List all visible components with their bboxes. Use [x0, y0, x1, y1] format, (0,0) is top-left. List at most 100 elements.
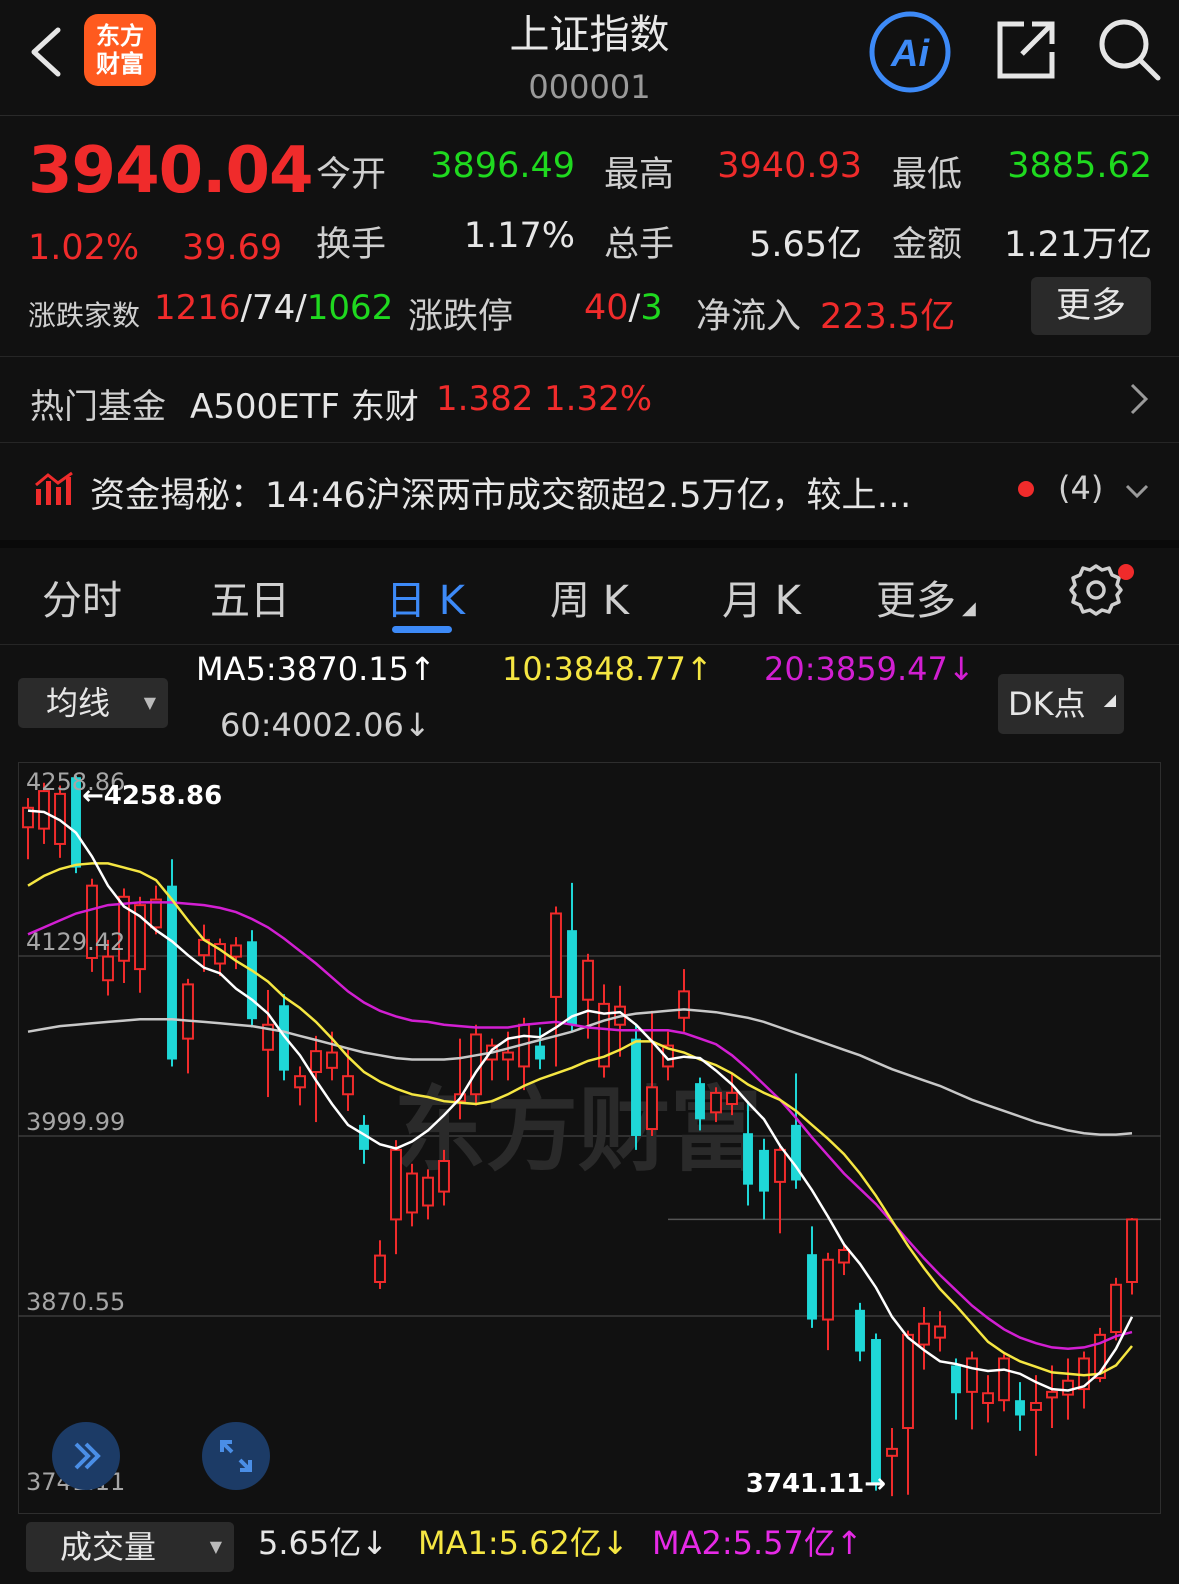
breadth-flat: 74 [252, 288, 296, 328]
share-icon [997, 21, 1055, 79]
candle-body [374, 1254, 386, 1283]
candle-body [1110, 1283, 1122, 1334]
limit-down: 3 [640, 288, 663, 328]
candle-body [150, 898, 162, 929]
tab-more[interactable]: 更多 ◢ [876, 568, 976, 626]
candle-body [310, 1050, 322, 1074]
svg-text:Ai: Ai [890, 33, 930, 75]
candle-body [966, 1357, 978, 1393]
kline-chart[interactable]: 东方财富 4258.864129.423999.993870.553741.11… [18, 762, 1161, 1514]
chevron-down-icon[interactable] [1124, 483, 1150, 499]
ai-icon: Ai [869, 11, 951, 93]
chart-settings-button[interactable] [1068, 562, 1134, 622]
divider [0, 644, 1179, 645]
open-label: 今开 [316, 155, 387, 195]
candle-body [951, 1365, 961, 1394]
candle-body [1046, 1390, 1058, 1399]
breadth-values: 1216/74/1062 [154, 288, 393, 328]
limit-sep: / [628, 288, 641, 328]
amount-label: 金额 [892, 225, 963, 265]
open-value: 3896.49 [430, 146, 575, 186]
dk-point-toggle[interactable]: DK点 ◢ [998, 674, 1124, 734]
indicator-selector[interactable]: 均线 ▼ [18, 678, 168, 728]
tab-five-day[interactable]: 五日 [210, 568, 290, 626]
candle-body [582, 959, 594, 1001]
candle-body [438, 1160, 450, 1193]
candle-body [631, 1038, 641, 1136]
volume-ma2: MA2:5.57亿↑ [652, 1524, 863, 1562]
kline-period-tabs: 分时 五日 日 K 周 K 月 K 更多 ◢ [0, 548, 1179, 644]
limit-values: 40/3 [584, 288, 663, 328]
quote-more-button[interactable]: 更多 [1031, 277, 1151, 335]
candle-body [230, 944, 242, 958]
gear-icon [1069, 564, 1123, 616]
change-percent: 1.02% [28, 228, 140, 268]
candle-body [726, 1091, 738, 1105]
y-axis-tick-label: 4129.42 [26, 928, 125, 956]
candle-body [182, 983, 194, 1040]
sub-indicator-selector[interactable]: 成交量 ▼ [26, 1522, 234, 1572]
expand-sidebar-button[interactable] [52, 1422, 120, 1490]
breadth-up: 1216 [154, 288, 241, 328]
hot-fund-price: 1.382 [436, 379, 534, 419]
dropdown-arrow-icon: ▼ [143, 693, 156, 712]
chevron-right-icon [1130, 383, 1149, 415]
tab-monthly-k[interactable]: 月 K [722, 568, 801, 626]
change-amount: 39.69 [182, 228, 283, 268]
search-icon [1099, 19, 1161, 81]
candle-body [743, 1133, 753, 1185]
y-axis-tick-label: 3999.99 [26, 1108, 125, 1136]
ma60-value: 60:4002.06↓ [220, 706, 431, 744]
candle-body [470, 1033, 482, 1096]
candle-body [838, 1249, 850, 1264]
hot-fund-name: A500ETF 东财 [190, 387, 419, 427]
bar-chart-icon [35, 471, 73, 505]
high-label: 最高 [604, 155, 675, 195]
max-price-label: ←4258.86 [82, 781, 222, 811]
candle-body [646, 1086, 658, 1131]
limit-up: 40 [584, 288, 629, 328]
top-nav-bar: 东方 财富 上证指数 000001 Ai [0, 0, 1179, 116]
double-chevron-right-icon [74, 1442, 101, 1470]
candle-body [390, 1148, 402, 1221]
candle-body [550, 912, 562, 998]
unread-dot [1018, 481, 1034, 497]
netflow-label: 净流入 [696, 297, 802, 337]
sub-indicator-label: 成交量 [60, 1528, 157, 1566]
candle-body [1126, 1218, 1138, 1283]
search-button[interactable] [1096, 16, 1162, 82]
volume-legend: 成交量 ▼ 5.65亿↓ MA1:5.62亿↓ MA2:5.57亿↑ [0, 1514, 1179, 1584]
candle-body [998, 1357, 1010, 1402]
limit-label: 涨跌停 [408, 297, 514, 337]
dropdown-triangle-icon: ◢ [1103, 690, 1116, 709]
ai-button[interactable]: Ai [868, 10, 952, 94]
breadth-sep: / [295, 288, 307, 328]
expand-arrows-icon [220, 1440, 252, 1472]
candle-body [678, 990, 690, 1019]
news-count: (4) [1058, 469, 1104, 507]
candle-body [167, 885, 177, 1060]
active-tab-indicator [392, 626, 452, 633]
candle-body [934, 1325, 946, 1339]
candle-body [535, 1045, 545, 1060]
share-button[interactable] [994, 18, 1058, 82]
candle-body [294, 1075, 306, 1089]
tab-more-label: 更多 [876, 578, 956, 624]
low-label: 最低 [892, 155, 963, 195]
news-ticker[interactable]: 资金揭秘：14:46沪深两市成交额超2.5万亿，较上… (4) [0, 443, 1179, 537]
netflow-value: 223.5亿 [820, 297, 956, 337]
tab-intraday[interactable]: 分时 [42, 568, 122, 626]
candle-body [247, 941, 257, 1020]
turnover-label: 换手 [316, 225, 387, 265]
candle-body [1062, 1379, 1074, 1396]
candle-body [710, 1091, 722, 1114]
tab-daily-k[interactable]: 日 K [386, 568, 465, 626]
y-axis-tick-label: 3870.55 [26, 1288, 125, 1316]
hot-fund-label: 热门基金 [30, 387, 166, 427]
fullscreen-button[interactable] [202, 1422, 270, 1490]
hot-fund-row[interactable]: 热门基金 A500ETF 东财 1.382 1.32% [0, 357, 1179, 441]
tab-weekly-k[interactable]: 周 K [550, 568, 629, 626]
hot-fund-change: 1.32% [544, 379, 653, 419]
candle-body [807, 1254, 817, 1320]
candle-body [918, 1322, 930, 1346]
